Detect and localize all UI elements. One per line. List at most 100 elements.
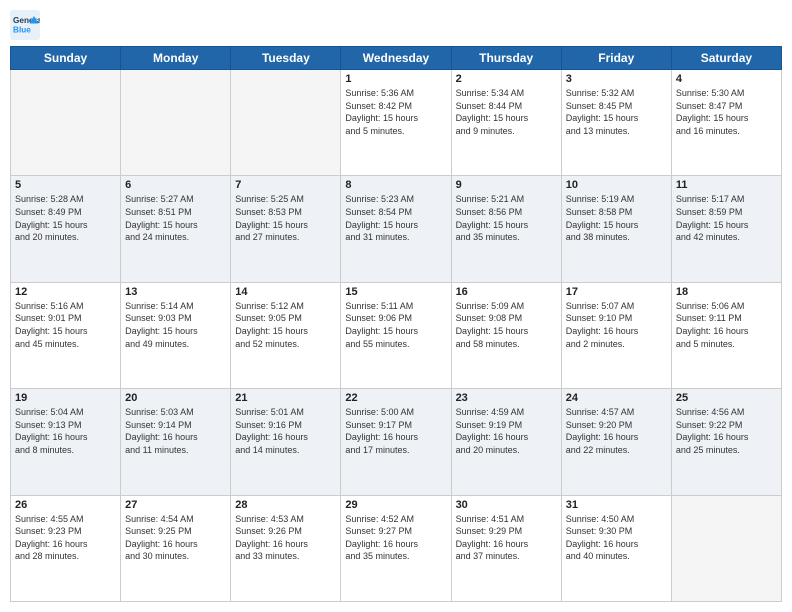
day-number: 27 bbox=[125, 499, 226, 511]
calendar-week-2: 5 Sunrise: 5:28 AM Sunset: 8:49 PM Daylig… bbox=[11, 176, 782, 282]
calendar-cell: 2 Sunrise: 5:34 AM Sunset: 8:44 PM Daylig… bbox=[451, 70, 561, 176]
calendar-cell: 10 Sunrise: 5:19 AM Sunset: 8:58 PM Dayli… bbox=[561, 176, 671, 282]
day-info: Sunrise: 4:59 AM Sunset: 9:19 PM Dayligh… bbox=[456, 406, 557, 456]
page: General Blue SundayMondayTuesdayWednesda… bbox=[0, 0, 792, 612]
header: General Blue bbox=[10, 10, 782, 40]
day-number: 13 bbox=[125, 286, 226, 298]
calendar-cell: 6 Sunrise: 5:27 AM Sunset: 8:51 PM Daylig… bbox=[121, 176, 231, 282]
day-info: Sunrise: 5:00 AM Sunset: 9:17 PM Dayligh… bbox=[345, 406, 446, 456]
day-header-saturday: Saturday bbox=[671, 47, 781, 70]
calendar-cell: 1 Sunrise: 5:36 AM Sunset: 8:42 PM Daylig… bbox=[341, 70, 451, 176]
day-info: Sunrise: 5:28 AM Sunset: 8:49 PM Dayligh… bbox=[15, 193, 116, 243]
day-info: Sunrise: 5:25 AM Sunset: 8:53 PM Dayligh… bbox=[235, 193, 336, 243]
svg-text:Blue: Blue bbox=[13, 26, 31, 35]
day-info: Sunrise: 5:07 AM Sunset: 9:10 PM Dayligh… bbox=[566, 300, 667, 350]
day-header-thursday: Thursday bbox=[451, 47, 561, 70]
day-info: Sunrise: 5:34 AM Sunset: 8:44 PM Dayligh… bbox=[456, 87, 557, 137]
calendar-cell: 7 Sunrise: 5:25 AM Sunset: 8:53 PM Daylig… bbox=[231, 176, 341, 282]
calendar-table: SundayMondayTuesdayWednesdayThursdayFrid… bbox=[10, 46, 782, 602]
calendar-cell: 21Sunrise: 5:01 AM Sunset: 9:16 PM Dayli… bbox=[231, 389, 341, 495]
day-number: 6 bbox=[125, 179, 226, 191]
calendar-week-1: 1 Sunrise: 5:36 AM Sunset: 8:42 PM Daylig… bbox=[11, 70, 782, 176]
calendar-cell: 9 Sunrise: 5:21 AM Sunset: 8:56 PM Daylig… bbox=[451, 176, 561, 282]
day-info: Sunrise: 4:54 AM Sunset: 9:25 PM Dayligh… bbox=[125, 513, 226, 563]
day-info: Sunrise: 4:52 AM Sunset: 9:27 PM Dayligh… bbox=[345, 513, 446, 563]
calendar-cell: 8Sunrise: 5:23 AM Sunset: 8:54 PM Daylig… bbox=[341, 176, 451, 282]
day-info: Sunrise: 5:12 AM Sunset: 9:05 PM Dayligh… bbox=[235, 300, 336, 350]
calendar-cell: 19 Sunrise: 5:04 AM Sunset: 9:13 PM Dayli… bbox=[11, 389, 121, 495]
day-number: 16 bbox=[456, 286, 557, 298]
day-number: 7 bbox=[235, 179, 336, 191]
calendar-cell: 29 Sunrise: 4:52 AM Sunset: 9:27 PM Dayli… bbox=[341, 495, 451, 601]
day-info: Sunrise: 5:06 AM Sunset: 9:11 PM Dayligh… bbox=[676, 300, 777, 350]
day-number: 30 bbox=[456, 499, 557, 511]
logo-icon: General Blue bbox=[10, 10, 40, 40]
calendar-cell bbox=[11, 70, 121, 176]
day-header-wednesday: Wednesday bbox=[341, 47, 451, 70]
day-number: 5 bbox=[15, 179, 116, 191]
day-info: Sunrise: 4:56 AM Sunset: 9:22 PM Dayligh… bbox=[676, 406, 777, 456]
day-number: 31 bbox=[566, 499, 667, 511]
day-info: Sunrise: 5:16 AM Sunset: 9:01 PM Dayligh… bbox=[15, 300, 116, 350]
calendar-cell: 5 Sunrise: 5:28 AM Sunset: 8:49 PM Daylig… bbox=[11, 176, 121, 282]
calendar-cell: 17Sunrise: 5:07 AM Sunset: 9:10 PM Dayli… bbox=[561, 282, 671, 388]
calendar-cell bbox=[671, 495, 781, 601]
day-info: Sunrise: 5:03 AM Sunset: 9:14 PM Dayligh… bbox=[125, 406, 226, 456]
day-info: Sunrise: 5:23 AM Sunset: 8:54 PM Dayligh… bbox=[345, 193, 446, 243]
day-number: 1 bbox=[345, 73, 446, 85]
calendar-cell: 12Sunrise: 5:16 AM Sunset: 9:01 PM Dayli… bbox=[11, 282, 121, 388]
calendar-week-3: 12Sunrise: 5:16 AM Sunset: 9:01 PM Dayli… bbox=[11, 282, 782, 388]
day-info: Sunrise: 4:55 AM Sunset: 9:23 PM Dayligh… bbox=[15, 513, 116, 563]
calendar-cell: 3Sunrise: 5:32 AM Sunset: 8:45 PM Daylig… bbox=[561, 70, 671, 176]
day-info: Sunrise: 5:14 AM Sunset: 9:03 PM Dayligh… bbox=[125, 300, 226, 350]
day-number: 22 bbox=[345, 392, 446, 404]
calendar-cell: 22 Sunrise: 5:00 AM Sunset: 9:17 PM Dayli… bbox=[341, 389, 451, 495]
day-header-sunday: Sunday bbox=[11, 47, 121, 70]
day-number: 11 bbox=[676, 179, 777, 191]
day-header-friday: Friday bbox=[561, 47, 671, 70]
calendar-cell: 26 Sunrise: 4:55 AM Sunset: 9:23 PM Dayli… bbox=[11, 495, 121, 601]
calendar-cell bbox=[121, 70, 231, 176]
day-number: 9 bbox=[456, 179, 557, 191]
day-number: 25 bbox=[676, 392, 777, 404]
day-number: 24 bbox=[566, 392, 667, 404]
day-info: Sunrise: 5:09 AM Sunset: 9:08 PM Dayligh… bbox=[456, 300, 557, 350]
day-number: 20 bbox=[125, 392, 226, 404]
day-header-monday: Monday bbox=[121, 47, 231, 70]
logo: General Blue bbox=[10, 10, 40, 40]
day-info: Sunrise: 5:04 AM Sunset: 9:13 PM Dayligh… bbox=[15, 406, 116, 456]
day-info: Sunrise: 5:32 AM Sunset: 8:45 PM Dayligh… bbox=[566, 87, 667, 137]
day-header-tuesday: Tuesday bbox=[231, 47, 341, 70]
day-info: Sunrise: 5:27 AM Sunset: 8:51 PM Dayligh… bbox=[125, 193, 226, 243]
day-number: 2 bbox=[456, 73, 557, 85]
day-number: 19 bbox=[15, 392, 116, 404]
day-info: Sunrise: 5:30 AM Sunset: 8:47 PM Dayligh… bbox=[676, 87, 777, 137]
calendar-cell: 25 Sunrise: 4:56 AM Sunset: 9:22 PM Dayli… bbox=[671, 389, 781, 495]
day-info: Sunrise: 5:11 AM Sunset: 9:06 PM Dayligh… bbox=[345, 300, 446, 350]
day-info: Sunrise: 5:21 AM Sunset: 8:56 PM Dayligh… bbox=[456, 193, 557, 243]
calendar-cell bbox=[231, 70, 341, 176]
calendar-cell: 20 Sunrise: 5:03 AM Sunset: 9:14 PM Dayli… bbox=[121, 389, 231, 495]
calendar-cell: 16 Sunrise: 5:09 AM Sunset: 9:08 PM Dayli… bbox=[451, 282, 561, 388]
day-number: 28 bbox=[235, 499, 336, 511]
day-number: 26 bbox=[15, 499, 116, 511]
calendar-cell: 14 Sunrise: 5:12 AM Sunset: 9:05 PM Dayli… bbox=[231, 282, 341, 388]
day-info: Sunrise: 5:19 AM Sunset: 8:58 PM Dayligh… bbox=[566, 193, 667, 243]
day-number: 10 bbox=[566, 179, 667, 191]
calendar-header-row: SundayMondayTuesdayWednesdayThursdayFrid… bbox=[11, 47, 782, 70]
day-number: 29 bbox=[345, 499, 446, 511]
day-info: Sunrise: 4:51 AM Sunset: 9:29 PM Dayligh… bbox=[456, 513, 557, 563]
day-number: 23 bbox=[456, 392, 557, 404]
calendar-cell: 24Sunrise: 4:57 AM Sunset: 9:20 PM Dayli… bbox=[561, 389, 671, 495]
calendar-cell: 28 Sunrise: 4:53 AM Sunset: 9:26 PM Dayli… bbox=[231, 495, 341, 601]
day-info: Sunrise: 5:17 AM Sunset: 8:59 PM Dayligh… bbox=[676, 193, 777, 243]
calendar-cell: 4Sunrise: 5:30 AM Sunset: 8:47 PM Daylig… bbox=[671, 70, 781, 176]
day-info: Sunrise: 5:36 AM Sunset: 8:42 PM Dayligh… bbox=[345, 87, 446, 137]
day-number: 21 bbox=[235, 392, 336, 404]
day-number: 18 bbox=[676, 286, 777, 298]
calendar-week-5: 26 Sunrise: 4:55 AM Sunset: 9:23 PM Dayli… bbox=[11, 495, 782, 601]
day-number: 14 bbox=[235, 286, 336, 298]
day-info: Sunrise: 4:50 AM Sunset: 9:30 PM Dayligh… bbox=[566, 513, 667, 563]
calendar-cell: 13 Sunrise: 5:14 AM Sunset: 9:03 PM Dayli… bbox=[121, 282, 231, 388]
day-info: Sunrise: 4:53 AM Sunset: 9:26 PM Dayligh… bbox=[235, 513, 336, 563]
